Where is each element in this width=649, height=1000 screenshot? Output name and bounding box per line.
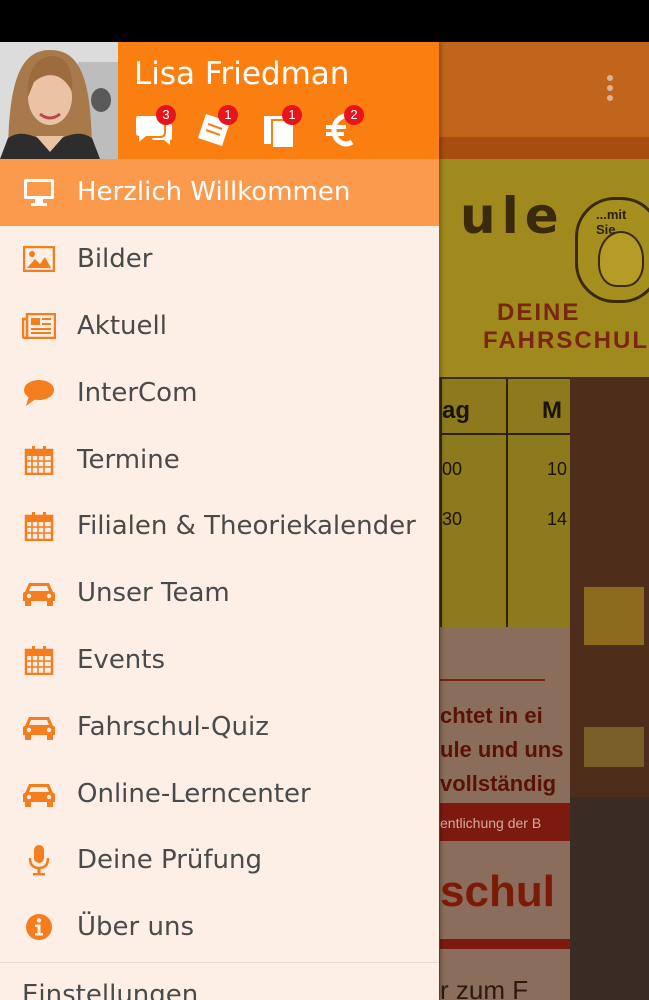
drawer-menu: Herzlich Willkommen Bilder Aktuell Inter…	[0, 159, 439, 963]
menu-item-label: Events	[77, 644, 166, 675]
menu-item-aktuell[interactable]: Aktuell	[0, 293, 439, 360]
ticket-shortcut[interactable]: 1	[196, 105, 240, 152]
banner-line2: FAHRSCHULE	[483, 327, 649, 354]
article-red-bar: entlichung der B	[440, 803, 570, 841]
schedule-table: ag M 00 10 30 14	[440, 377, 572, 629]
menu-item-fahrschul-quiz[interactable]: Fahrschul-Quiz	[0, 693, 439, 760]
menu-item-label: Fahrschul-Quiz	[77, 711, 269, 742]
monitor-icon	[22, 175, 56, 209]
menu-item-label: InterCom	[77, 377, 198, 408]
menu-item-label: Deine Prüfung	[77, 845, 262, 876]
menu-item-bilder[interactable]: Bilder	[0, 226, 439, 293]
lightbulb-icon	[598, 231, 644, 287]
chat-badge: 3	[156, 105, 176, 125]
calendar-icon	[22, 509, 56, 543]
menu-item-label: Filialen & Theoriekalender	[77, 511, 416, 542]
article-line: vollständig	[440, 771, 557, 796]
calendar-icon	[22, 643, 56, 677]
article-big-text: schul	[440, 867, 555, 916]
article-line: ule und uns	[440, 737, 564, 762]
schedule-cell: 00	[442, 459, 463, 479]
menu-item-herzlich-willkommen[interactable]: Herzlich Willkommen	[0, 159, 439, 226]
schedule-head2: M	[542, 397, 562, 424]
schedule-head1: ag	[442, 397, 471, 424]
car-icon	[22, 576, 56, 610]
schedule-cell: 10	[547, 459, 568, 479]
overflow-menu-icon[interactable]	[605, 75, 615, 105]
euro-shortcut[interactable]: 2	[324, 105, 368, 152]
menu-item-label: Bilder	[77, 244, 153, 275]
navigation-drawer: Lisa Friedman 3 1 1 2 Herzlich Willkomme…	[0, 42, 439, 1000]
menu-item-filialen-theoriekalender[interactable]: Filialen & Theoriekalender	[0, 493, 439, 560]
side-photo	[570, 377, 649, 1000]
avatar[interactable]	[0, 42, 118, 159]
settings-item[interactable]: Einstellungen	[22, 980, 198, 1000]
euro-badge: 2	[344, 105, 364, 125]
article-red-text: entlichung der B	[440, 815, 542, 831]
menu-item-intercom[interactable]: InterCom	[0, 359, 439, 426]
menu-item-termine[interactable]: Termine	[0, 426, 439, 493]
image-icon	[22, 242, 56, 276]
menu-item-deine-pruefung[interactable]: Deine Prüfung	[0, 827, 439, 894]
ticket-badge: 1	[218, 105, 238, 125]
banner-title: ule	[460, 187, 565, 245]
documents-badge: 1	[282, 105, 302, 125]
menu-divider	[0, 961, 439, 963]
car-icon	[22, 710, 56, 744]
microphone-icon	[22, 843, 56, 877]
menu-item-label: Herzlich Willkommen	[77, 177, 351, 208]
calendar-icon	[22, 443, 56, 477]
documents-shortcut[interactable]: 1	[262, 105, 306, 152]
menu-item-online-lerncenter[interactable]: Online-Lerncenter	[0, 760, 439, 827]
schedule-cell: 14	[547, 509, 568, 529]
speech-bubble-icon	[22, 376, 56, 410]
menu-item-ueber-uns[interactable]: Über uns	[0, 894, 439, 961]
menu-item-label: Online-Lerncenter	[77, 778, 311, 809]
menu-item-label: Über uns	[77, 912, 194, 943]
article-card: chtet in ei ule und uns vollständig entl…	[440, 627, 570, 1000]
schedule-cell: 30	[442, 509, 463, 529]
article-line: chtet in ei	[440, 703, 543, 728]
chat-shortcut[interactable]: 3	[134, 105, 178, 152]
menu-item-label: Termine	[77, 444, 180, 475]
car-icon	[22, 777, 56, 811]
newspaper-icon	[22, 309, 56, 343]
profile-header: Lisa Friedman 3 1 1 2	[0, 42, 439, 159]
article-bottom-text: r zum F	[440, 975, 529, 1000]
status-bar	[0, 0, 649, 42]
banner-line1: DEINE	[497, 299, 581, 326]
info-icon	[22, 910, 56, 944]
menu-item-label: Unser Team	[77, 578, 230, 609]
menu-item-label: Aktuell	[77, 310, 167, 341]
menu-item-unser-team[interactable]: Unser Team	[0, 560, 439, 627]
profile-name: Lisa Friedman	[134, 56, 350, 92]
menu-item-events[interactable]: Events	[0, 627, 439, 694]
